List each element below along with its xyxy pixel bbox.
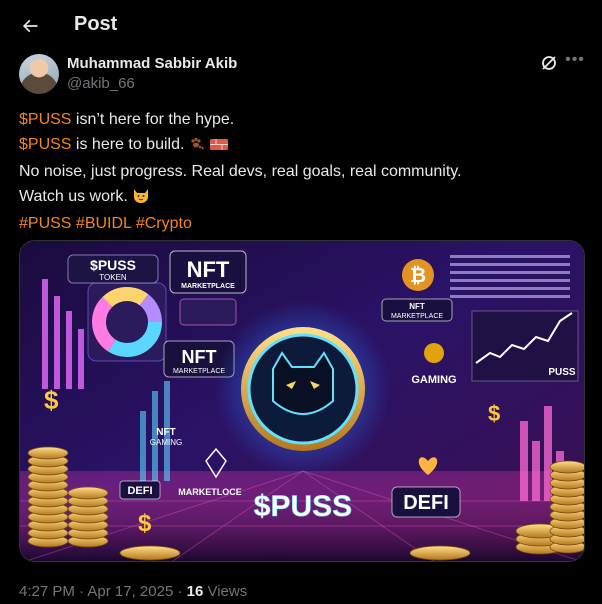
tweet-line-4-text: Watch us work.: [19, 187, 128, 205]
tweet-line-1: $PUSS isn’t here for the hype.: [19, 108, 589, 133]
back-button[interactable]: [12, 8, 48, 44]
cashtag-puss[interactable]: $PUSS: [19, 111, 71, 128]
puss-token-sub: TOKEN: [99, 273, 127, 282]
top-bar: Post: [0, 0, 602, 53]
tweet-hashtags: #PUSS #BUIDL #Crypto: [19, 212, 589, 237]
post-time[interactable]: 4:27 PM: [19, 583, 75, 600]
meta-separator: ·: [74, 583, 88, 600]
meta-separator: ·: [173, 583, 187, 600]
hashtag-buidl[interactable]: #BUIDL: [76, 215, 131, 232]
nft-marketplace-right-sub: MARKETPLACE: [391, 313, 443, 320]
dollar-sign-left: $: [44, 385, 59, 415]
marketplace-bottom: MARKETLOCE: [178, 487, 242, 497]
paw-prints-icon: [189, 136, 205, 161]
views-count: 16: [186, 583, 204, 600]
dollar-sign-bottom: $: [138, 510, 152, 537]
smirking-cat-icon: [132, 186, 150, 213]
cashtag-puss[interactable]: $PUSS: [19, 136, 71, 153]
nft-marketplace-top-sub: MARKETPLACE: [181, 283, 235, 290]
gaming-label: GAMING: [411, 374, 456, 386]
author-handle[interactable]: @akib_66: [67, 75, 135, 92]
author-avatar[interactable]: [19, 54, 59, 94]
tweet-line-4: Watch us work.: [19, 185, 589, 213]
defi-right: DEFI: [403, 492, 449, 514]
more-dots-icon: •••: [565, 51, 585, 68]
puss-token-ticker: $PUSS: [90, 257, 136, 273]
post-meta: 4:27 PM · Apr 17, 2025 · 16 Views: [19, 583, 247, 600]
puss-chart-label: PUSS: [548, 367, 576, 378]
page-title: Post: [74, 13, 118, 35]
defi-left: DEFI: [127, 485, 152, 497]
views-label: Views: [203, 583, 248, 600]
nft-marketplace-right-title: NFT: [409, 302, 425, 311]
tweet-line-1-text: isn’t here for the hype.: [71, 111, 235, 128]
dollar-sign-right: $: [488, 401, 500, 426]
tweet-line-3: No noise, just progress. Real devs, real…: [19, 163, 462, 180]
more-options-button[interactable]: •••: [565, 51, 585, 73]
nft-gaming-title: NFT: [156, 427, 175, 438]
author-name[interactable]: Muhammad Sabbir Akib: [67, 55, 237, 72]
tweet-body: $PUSS isn’t here for the hype. $PUSS is …: [19, 108, 589, 237]
bitcoin-sign: ₿: [410, 265, 426, 287]
hashtag-crypto[interactable]: #Crypto: [136, 215, 192, 232]
nft-marketplace-top-title: NFT: [187, 257, 230, 282]
hashtag-puss[interactable]: #PUSS: [19, 215, 71, 232]
grok-icon: [542, 56, 556, 70]
tweet-line-2: $PUSS is here to build.: [19, 133, 589, 161]
post-date[interactable]: Apr 17, 2025: [87, 583, 173, 600]
center-ticker: $PUSS: [254, 490, 352, 523]
nft-marketplace-left-title: NFT: [182, 347, 217, 367]
arrow-left-icon: [22, 19, 38, 33]
bricks-icon: [209, 136, 229, 161]
tweet-image[interactable]: $PUSS TOKEN NFT MARKETPLACE NFT MARKETPL…: [19, 240, 585, 562]
nft-gaming-sub: GAMING: [150, 438, 182, 447]
tweet-line-2-text: is here to build.: [71, 135, 185, 153]
grok-button[interactable]: [539, 53, 559, 73]
